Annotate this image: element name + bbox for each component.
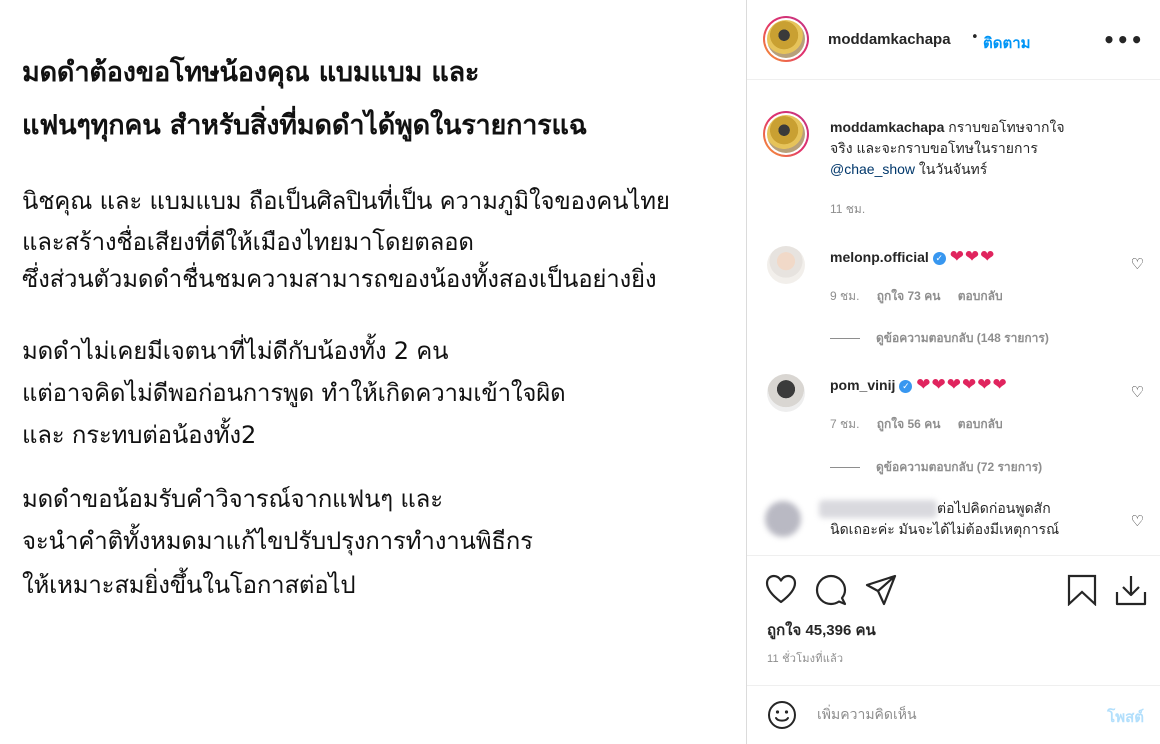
comment-text: ต่อไปคิดก่อนพูดสัก bbox=[937, 500, 1051, 516]
post-text-line: มดดำขอน้อมรับคำวิจารณ์จากแฟนๆ และ bbox=[22, 485, 443, 513]
comment-likes-count[interactable]: ถูกใจ 73 คน bbox=[877, 289, 941, 303]
post-text-line: แต่อาจคิดไม่ดีพอก่อนการพูด ทำให้เกิดความ… bbox=[22, 379, 566, 407]
comment-likes-count[interactable]: ถูกใจ 56 คน bbox=[877, 417, 941, 431]
caption-body: กราบขอโทษจากใจ bbox=[948, 119, 1065, 135]
commenter-avatar[interactable] bbox=[767, 246, 805, 284]
post-text-line: ซึ่งส่วนตัวมดดำชื่นชมความสามารถของน้องทั… bbox=[22, 265, 657, 293]
comment-time: 7 ชม. bbox=[830, 417, 860, 431]
caption-username[interactable]: moddamkachapa bbox=[830, 119, 944, 135]
comment-meta: 7 ชม. ถูกใจ 56 คน ตอบกลับ bbox=[830, 415, 1003, 434]
caption-mention-link[interactable]: @chae_show bbox=[830, 161, 915, 177]
post-text-line: และสร้างชื่อเสียงที่ดีให้เมืองไทยมาโดยตล… bbox=[22, 228, 474, 256]
view-replies-label: ดูข้อความตอบกลับ (72 รายการ) bbox=[876, 460, 1043, 474]
like-heart-icon[interactable] bbox=[765, 574, 797, 608]
likes-count[interactable]: ถูกใจ 45,396 คน bbox=[767, 618, 876, 642]
post-text-line: นิชคุณ และ แบมแบม ถือเป็นศิลปินที่เป็น ค… bbox=[22, 187, 670, 215]
caption-body: จริง และจะกราบขอโทษในรายการ bbox=[830, 140, 1038, 156]
comment-bubble-icon[interactable] bbox=[815, 574, 847, 610]
commenter-avatar[interactable] bbox=[767, 374, 805, 412]
post-header: moddamkachapa • ติดตาม ••• bbox=[747, 0, 1160, 80]
add-comment-bar: โพสต์ bbox=[747, 685, 1160, 744]
author-avatar[interactable] bbox=[763, 16, 809, 62]
reply-button[interactable]: ตอบกลับ bbox=[958, 417, 1003, 431]
comment-like-heart-icon[interactable]: ♡ bbox=[1131, 383, 1144, 401]
author-username[interactable]: moddamkachapa bbox=[828, 31, 951, 48]
comment-text: melonp.official ✓ ❤❤❤ bbox=[830, 246, 995, 268]
post-side-panel: moddamkachapa • ติดตาม ••• moddamkachapa… bbox=[747, 0, 1160, 744]
follow-button[interactable]: ติดตาม bbox=[983, 31, 1031, 55]
blurred-commenter-username[interactable] bbox=[819, 500, 937, 518]
comment-input[interactable] bbox=[817, 699, 1087, 729]
caption-body: ในวันจันทร์ bbox=[915, 161, 988, 177]
emoji-smiley-icon[interactable] bbox=[767, 700, 797, 734]
caption-time: 11 ชม. bbox=[830, 202, 866, 216]
share-send-icon[interactable] bbox=[865, 574, 897, 610]
comment-like-heart-icon[interactable]: ♡ bbox=[1131, 512, 1144, 530]
post-text-line: จะนำคำติทั้งหมดมาแก้ไขปรับปรุงการทำงานพิ… bbox=[22, 527, 533, 555]
separator-dot: • bbox=[971, 30, 979, 45]
post-text-line: มดดำไม่เคยมีเจตนาที่ไม่ดีกับน้องทั้ง 2 ค… bbox=[22, 337, 449, 365]
reply-button[interactable]: ตอบกลับ bbox=[958, 289, 1003, 303]
comment-like-heart-icon[interactable]: ♡ bbox=[1131, 255, 1144, 273]
view-replies-label: ดูข้อความตอบกลับ (148 รายการ) bbox=[876, 331, 1049, 345]
verified-badge-icon: ✓ bbox=[932, 252, 946, 265]
comment-meta: 9 ชม. ถูกใจ 73 คน ตอบกลับ bbox=[830, 287, 1003, 306]
post-heading-line: แฟนๆทุกคน สำหรับสิ่งที่มดดำได้พูดในรายกา… bbox=[22, 110, 587, 141]
post-time: 11 ชั่วโมงที่แล้ว bbox=[767, 653, 844, 665]
comment-text: pom_vinij ✓ ❤❤❤❤❤❤ bbox=[830, 374, 1008, 396]
view-replies-button[interactable]: ดูข้อความตอบกลับ (148 รายการ) bbox=[830, 329, 1049, 348]
post-text-line: และ กระทบต่อน้องทั้ง2 bbox=[22, 421, 257, 449]
post-image: มดดำต้องขอโทษน้องคุณ แบมแบม และ แฟนๆทุกค… bbox=[0, 0, 746, 744]
heart-emojis: ❤❤❤ bbox=[949, 247, 996, 266]
heart-emojis: ❤❤❤❤❤❤ bbox=[916, 375, 1008, 394]
commenter-username[interactable]: melonp.official bbox=[830, 249, 929, 265]
view-replies-button[interactable]: ดูข้อความตอบกลับ (72 รายการ) bbox=[830, 458, 1042, 477]
post-comment-button[interactable]: โพสต์ bbox=[1107, 705, 1144, 729]
post-heading-line: มดดำต้องขอโทษน้องคุณ แบมแบม และ bbox=[22, 57, 480, 88]
post-text-line: ให้เหมาะสมยิ่งขึ้นในโอกาสต่อไป bbox=[22, 571, 356, 599]
commenter-username[interactable]: pom_vinij bbox=[830, 377, 895, 393]
comment-text: นิดเถอะค่ะ มันจะได้ไม่ต้องมีเหตุการณ์ bbox=[830, 521, 1060, 537]
blurred-commenter-avatar[interactable] bbox=[765, 501, 801, 537]
download-icon[interactable] bbox=[1115, 574, 1147, 610]
comment-time: 9 ชม. bbox=[830, 289, 860, 303]
more-options-icon[interactable]: ••• bbox=[1103, 28, 1144, 52]
post-actions: ถูกใจ 45,396 คน 11 ชั่วโมงที่แล้ว bbox=[747, 555, 1160, 685]
comments-list[interactable]: moddamkachapa กราบขอโทษจากใจ จริง และจะก… bbox=[747, 81, 1160, 555]
save-bookmark-icon[interactable] bbox=[1067, 574, 1097, 610]
verified-badge-icon: ✓ bbox=[899, 380, 913, 393]
caption-text: moddamkachapa กราบขอโทษจากใจ จริง และจะก… bbox=[830, 117, 1130, 180]
caption-avatar[interactable] bbox=[763, 111, 809, 157]
